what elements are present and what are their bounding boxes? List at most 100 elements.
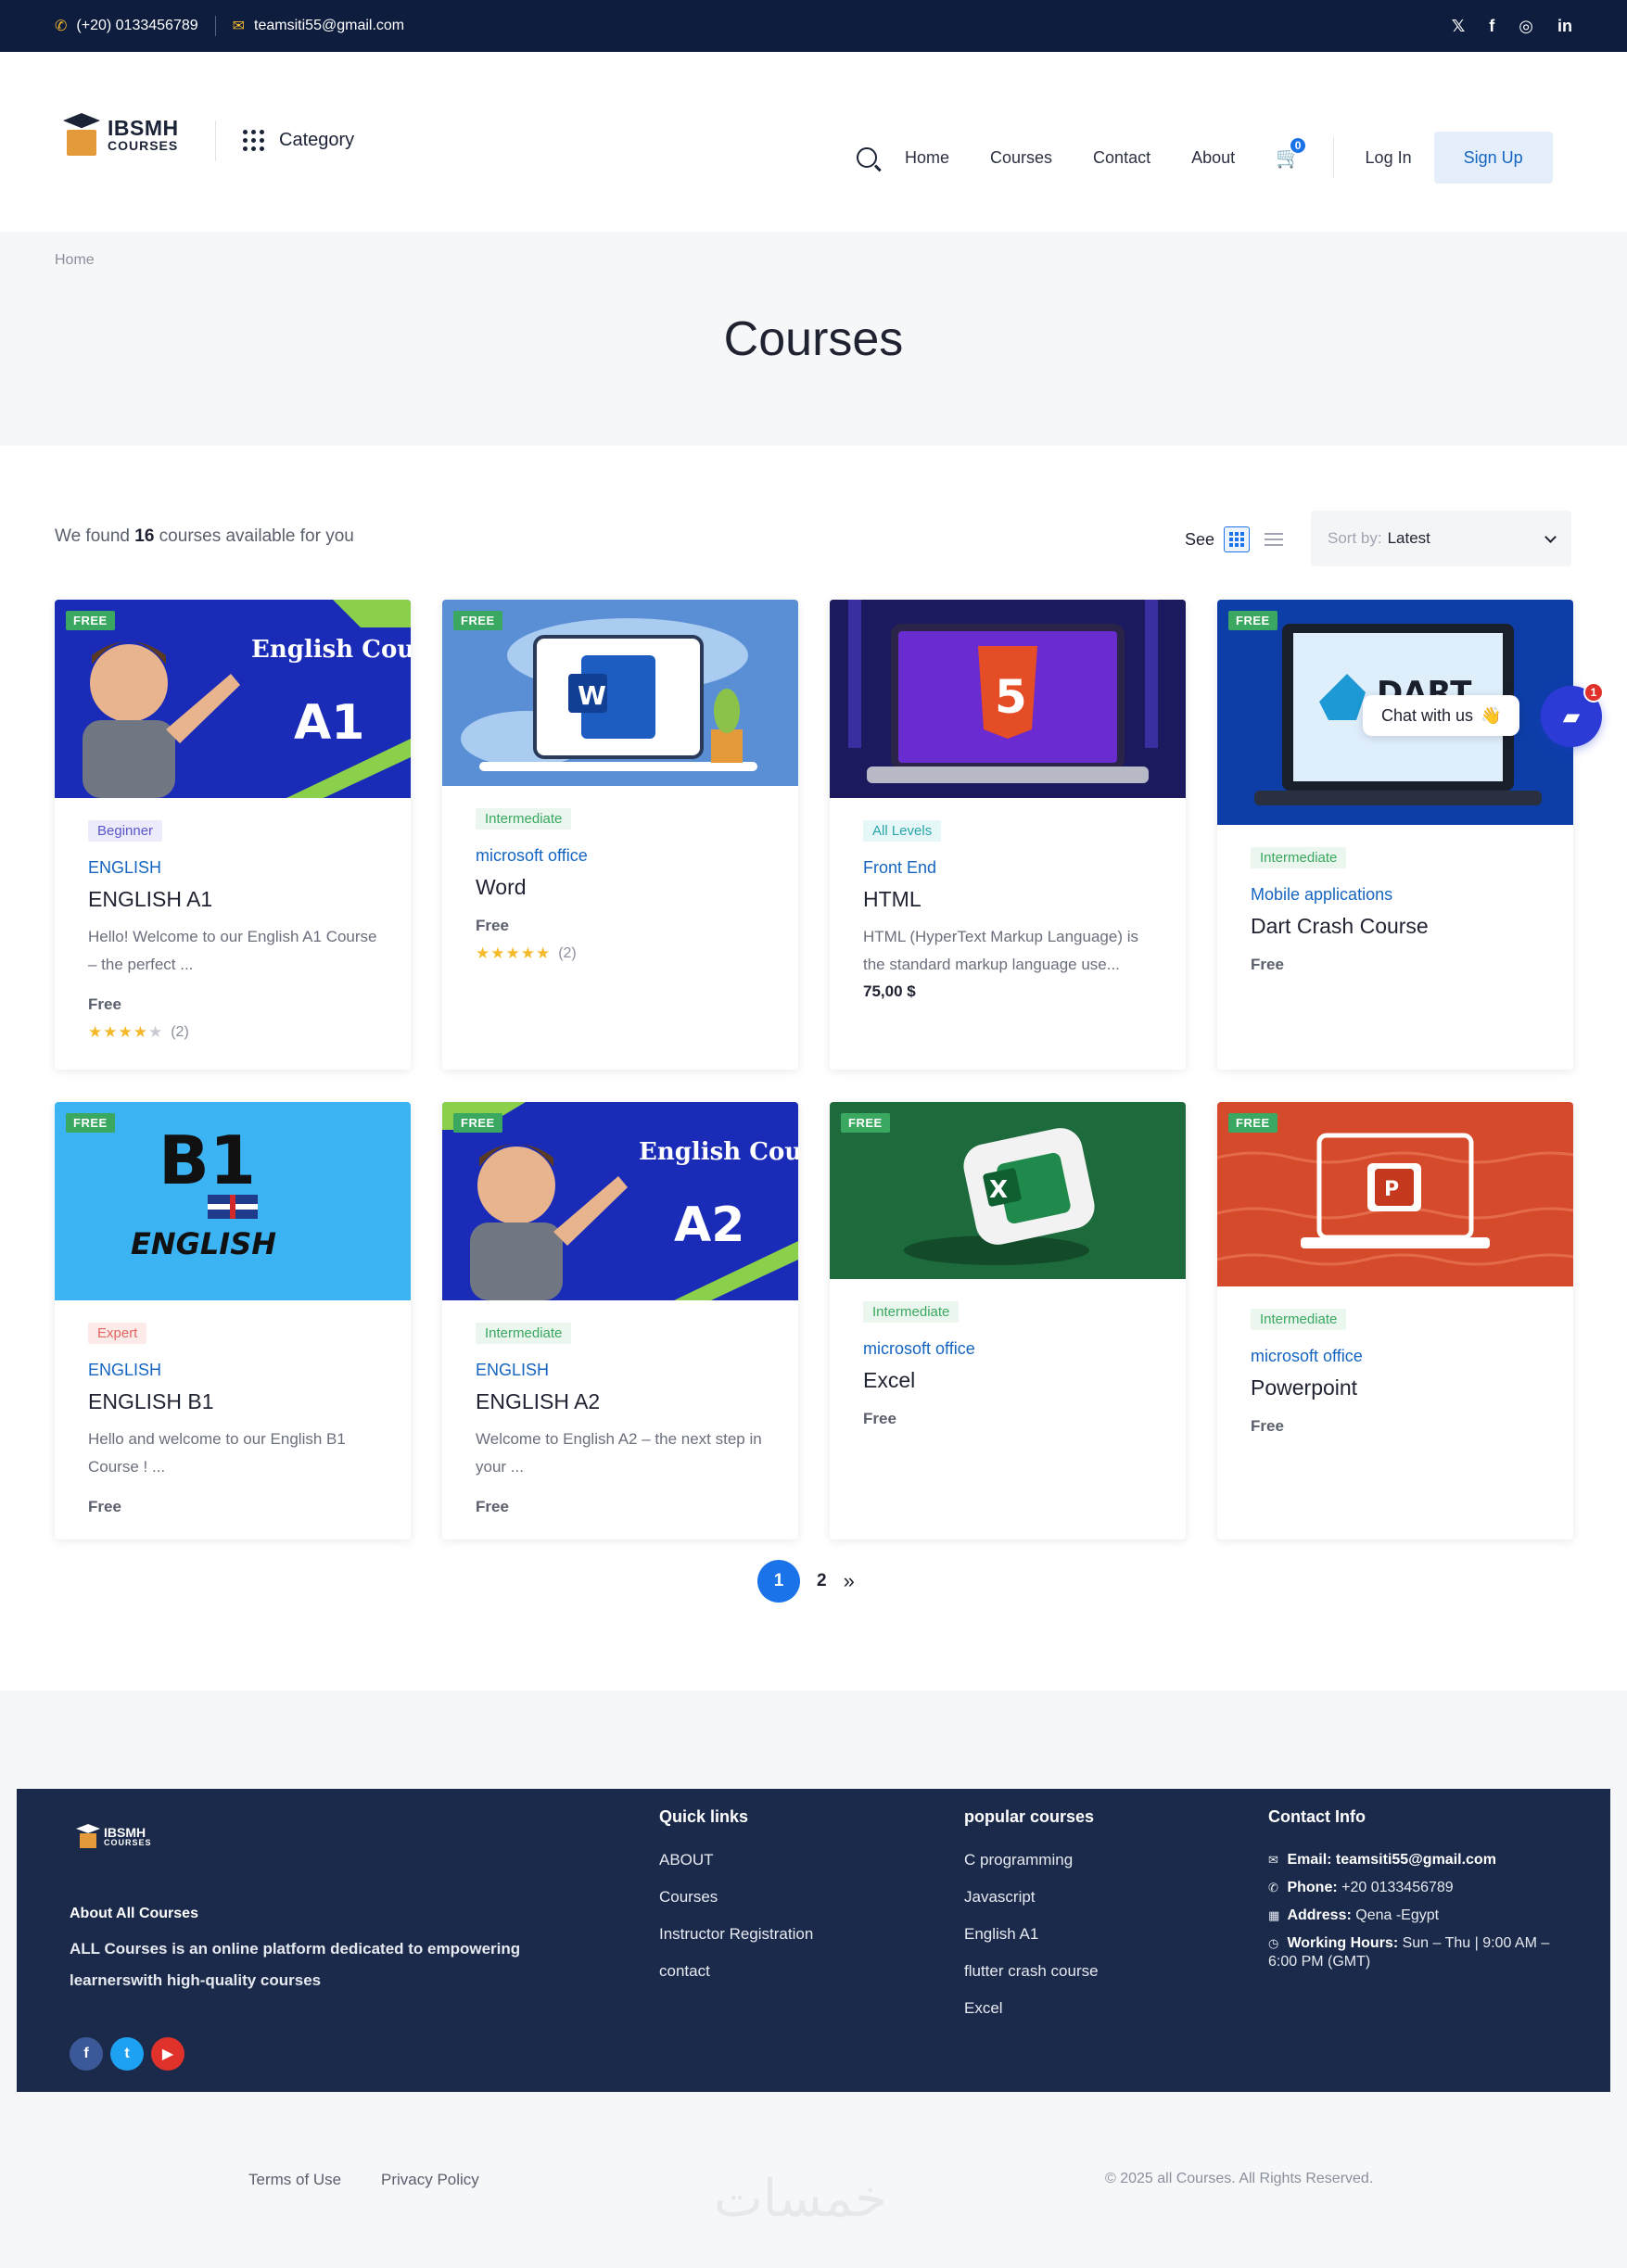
twitter-icon[interactable]: t <box>110 2037 144 2071</box>
level-badge: All Levels <box>863 820 942 842</box>
course-card-english-a2[interactable]: English Course A2 FREE Intermediate ENGL… <box>442 1102 798 1539</box>
course-card-english-b1[interactable]: B1 ENGLISH FREE Expert ENGLISH ENGLISH B… <box>55 1102 411 1539</box>
course-category[interactable]: ENGLISH <box>88 858 377 878</box>
course-title[interactable]: ENGLISH A2 <box>476 1389 765 1414</box>
popular-course-link[interactable]: flutter crash course <box>964 1962 1099 1981</box>
linkedin-icon[interactable]: in <box>1557 17 1572 36</box>
nav-home[interactable]: Home <box>905 148 949 168</box>
footer-link-courses[interactable]: Courses <box>659 1888 813 1907</box>
footer-link-contact[interactable]: contact <box>659 1962 813 1981</box>
course-title[interactable]: Word <box>476 875 765 900</box>
category-label: Category <box>279 130 355 150</box>
course-category[interactable]: Front End <box>863 858 1152 878</box>
header-divider <box>215 120 216 161</box>
course-thumbnail[interactable]: English Course A1 FREE <box>55 600 411 798</box>
course-category[interactable]: Mobile applications <box>1251 885 1540 905</box>
login-link[interactable]: Log In <box>1366 148 1412 168</box>
free-badge: FREE <box>66 611 115 630</box>
contact-email[interactable]: ✉ Email: teamsiti55@gmail.com <box>1268 1851 1565 1869</box>
course-title[interactable]: Dart Crash Course <box>1251 914 1540 939</box>
breadcrumb[interactable]: Home <box>55 252 95 269</box>
chat-icon: ▰ <box>1562 703 1581 729</box>
privacy-link[interactable]: Privacy Policy <box>381 2171 479 2189</box>
main-nav: Home Courses Contact About 🛒 0 Log In Sig… <box>857 132 1553 184</box>
svg-text:B1: B1 <box>159 1121 256 1199</box>
topbar-phone[interactable]: ✆ (+20) 0133456789 <box>55 17 198 35</box>
course-thumbnail[interactable]: 5 <box>830 600 1186 798</box>
course-card-word[interactable]: W FREE Intermediate microsoft office Wor… <box>442 600 798 1070</box>
course-price: Free <box>476 1498 509 1515</box>
cart-count-badge: 0 <box>1289 136 1308 155</box>
topbar-divider <box>214 16 216 36</box>
page-2-button[interactable]: 2 <box>817 1560 827 1603</box>
contact-phone[interactable]: ✆ Phone: +20 0133456789 <box>1268 1879 1565 1897</box>
level-badge: Intermediate <box>1251 1309 1347 1330</box>
course-price: Free <box>88 995 121 1013</box>
footer-logo[interactable]: IBSMH COURSES <box>76 1824 152 1848</box>
site-logo[interactable]: IBSMH COURSES <box>61 113 179 156</box>
popular-course-link[interactable]: English A1 <box>964 1925 1099 1944</box>
course-card-html[interactable]: 5 All Levels Front End HTML HTML (HyperT… <box>830 600 1186 1070</box>
course-price: 75,00 $ <box>863 982 916 1000</box>
category-menu[interactable]: Category <box>243 130 354 151</box>
course-title[interactable]: HTML <box>863 887 1152 912</box>
chat-notification-badge: 1 <box>1583 682 1604 703</box>
chat-button[interactable]: ▰ 1 <box>1541 682 1604 747</box>
grid-view-icon[interactable] <box>1224 526 1251 552</box>
nav-about[interactable]: About <box>1191 148 1235 168</box>
level-badge: Beginner <box>88 820 163 842</box>
course-category[interactable]: ENGLISH <box>476 1361 765 1380</box>
sort-select[interactable]: Sort by: Latest <box>1311 511 1571 566</box>
popular-course-link[interactable]: C programming <box>964 1851 1099 1869</box>
results-number: 16 <box>134 526 155 546</box>
copyright: © 2025 all Courses. All Rights Reserved. <box>1105 2171 1374 2186</box>
list-view-icon[interactable] <box>1265 533 1284 546</box>
course-thumbnail[interactable]: P FREE <box>1217 1102 1573 1286</box>
instagram-icon[interactable]: ◎ <box>1519 17 1533 36</box>
course-description: Hello! Welcome to our English A1 Course … <box>88 928 377 973</box>
next-page-icon[interactable]: » <box>844 1569 855 1593</box>
facebook-icon[interactable]: f <box>70 2037 103 2071</box>
chat-bubble[interactable]: Chat with us 👋 <box>1363 695 1520 736</box>
youtube-icon[interactable]: ▶ <box>151 2037 184 2071</box>
course-description: HTML (HyperText Markup Language) is the … <box>863 928 1138 973</box>
course-thumbnail[interactable]: W FREE <box>442 600 798 786</box>
course-category[interactable]: microsoft office <box>863 1339 1152 1359</box>
search-icon[interactable] <box>857 147 877 168</box>
course-title[interactable]: ENGLISH A1 <box>88 887 377 912</box>
mail-icon: ✉ <box>232 19 246 34</box>
star-rating-icon: ★★★★★ <box>476 944 552 962</box>
course-thumbnail[interactable]: English Course A2 FREE <box>442 1102 798 1300</box>
popular-course-link[interactable]: Excel <box>964 1999 1099 2018</box>
nav-courses[interactable]: Courses <box>990 148 1052 168</box>
svg-text:W: W <box>578 680 606 711</box>
course-category[interactable]: microsoft office <box>1251 1347 1540 1366</box>
mail-icon: ✉ <box>1268 1853 1278 1867</box>
page-1-button[interactable]: 1 <box>757 1560 800 1603</box>
course-card-excel[interactable]: X FREE Intermediate microsoft office Exc… <box>830 1102 1186 1539</box>
course-category[interactable]: microsoft office <box>476 846 765 866</box>
course-category[interactable]: ENGLISH <box>88 1361 377 1380</box>
x-icon[interactable]: 𝕏 <box>1452 17 1466 36</box>
course-title[interactable]: Excel <box>863 1368 1152 1393</box>
svg-text:ENGLISH: ENGLISH <box>131 1226 276 1261</box>
terms-link[interactable]: Terms of Use <box>248 2171 341 2189</box>
building-icon: ▦ <box>1268 1908 1280 1922</box>
course-card-english-a1[interactable]: English Course A1 FREE Beginner ENGLISH … <box>55 600 411 1070</box>
course-card-powerpoint[interactable]: P FREE Intermediate microsoft office Pow… <box>1217 1102 1573 1539</box>
topbar-email[interactable]: ✉ teamsiti55@gmail.com <box>233 17 404 35</box>
graduation-cap-icon <box>61 113 102 156</box>
course-thumbnail[interactable]: X FREE <box>830 1102 1186 1279</box>
popular-course-link[interactable]: Javascript <box>964 1888 1099 1907</box>
facebook-icon[interactable]: f <box>1489 17 1494 36</box>
course-title[interactable]: ENGLISH B1 <box>88 1389 377 1414</box>
nav-contact[interactable]: Contact <box>1093 148 1150 168</box>
course-card-dart[interactable]: DART FREE Intermediate Mobile applicatio… <box>1217 600 1573 1070</box>
signup-button[interactable]: Sign Up <box>1433 132 1553 184</box>
footer-link-about[interactable]: ABOUT <box>659 1851 813 1869</box>
clock-icon: ◷ <box>1268 1936 1279 1950</box>
footer-link-instructor[interactable]: Instructor Registration <box>659 1925 813 1944</box>
cart-icon[interactable]: 🛒 0 <box>1276 136 1308 170</box>
course-title[interactable]: Powerpoint <box>1251 1375 1540 1400</box>
course-thumbnail[interactable]: B1 ENGLISH FREE <box>55 1102 411 1300</box>
